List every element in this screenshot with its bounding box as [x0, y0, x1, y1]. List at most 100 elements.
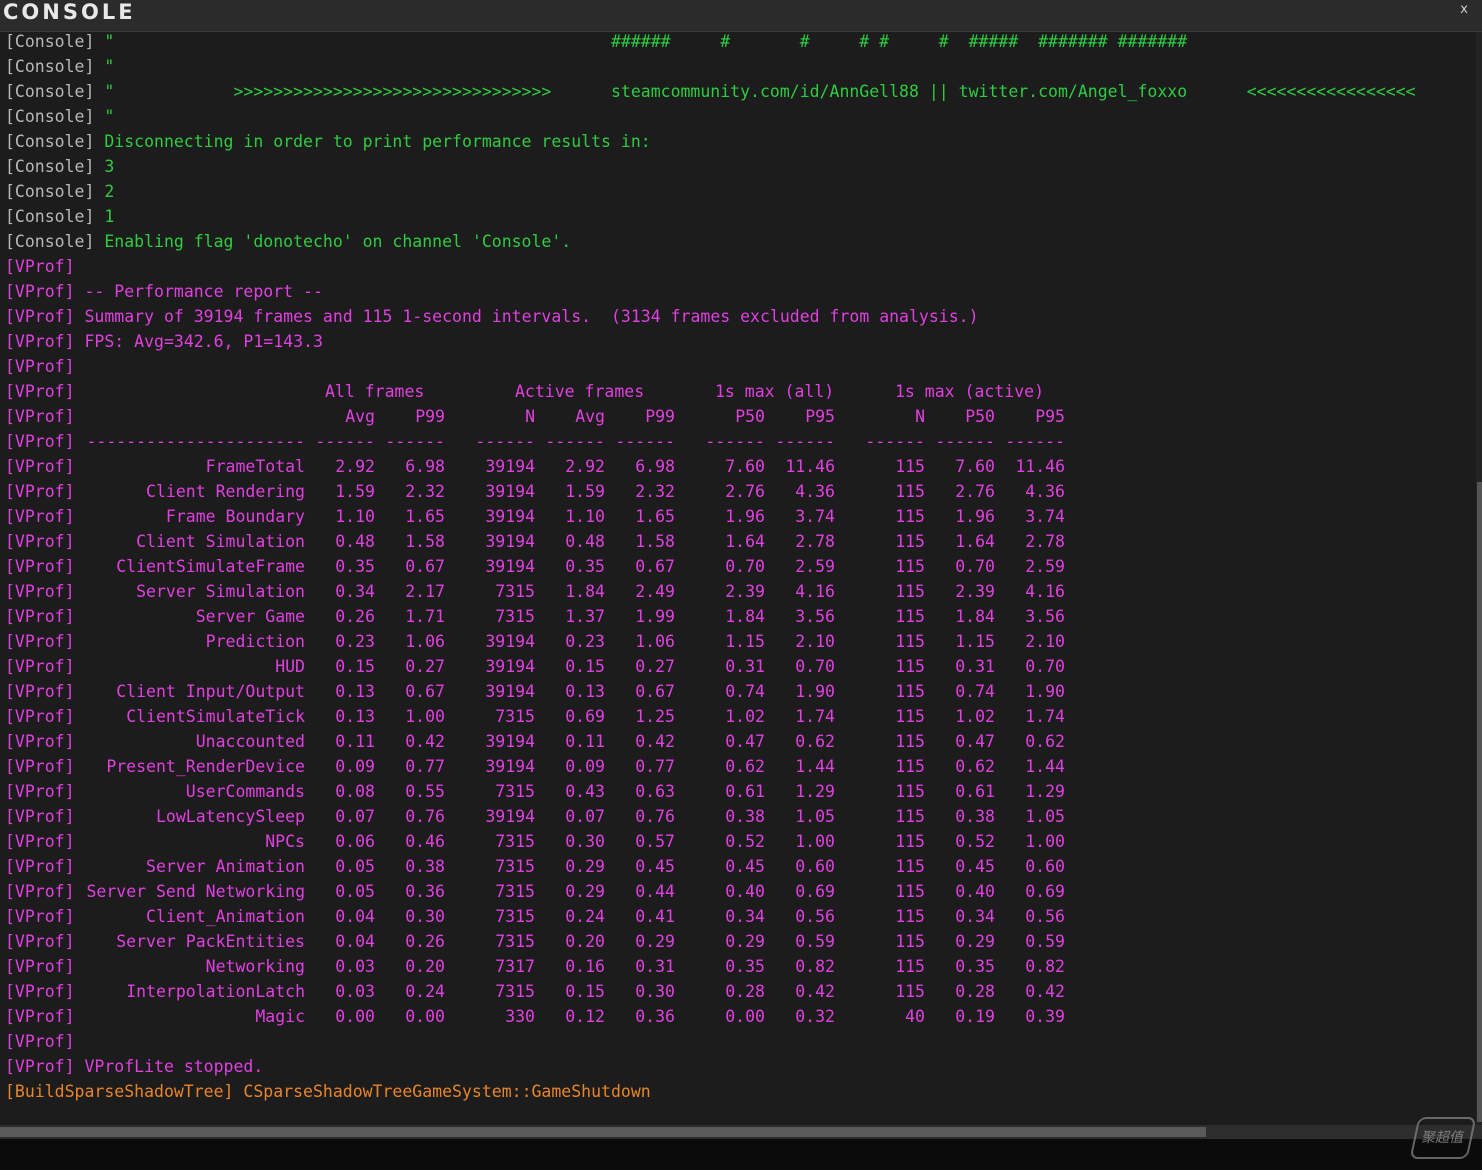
log-tag: [Console] [5, 232, 95, 251]
metric-value: 0.82 [1025, 957, 1065, 976]
log-tag: [VProf] [5, 332, 75, 351]
metric-value: 0.70 [1025, 657, 1065, 676]
table-row: [VProf] HUD 0.15 0.27 39194 0.15 0.27 0.31 0.70 1… [5, 654, 1065, 679]
horizontal-scroll-thumb[interactable] [0, 1127, 1206, 1137]
metric-value: 2.59 [1025, 557, 1065, 576]
log-line: [Console] " [5, 54, 114, 79]
log-tag: [BuildSparseShadowTree] [5, 1082, 234, 1101]
metric-value: 0.62 [1025, 732, 1065, 751]
metric-value: 4.16 [1025, 582, 1065, 601]
watermark-logo: 聚超值 [1409, 1117, 1477, 1159]
log-text: Summary of 39194 frames and 115 1-second… [74, 307, 979, 326]
log-line: [VProf] [5, 1029, 75, 1054]
table-row: [VProf] Client Input/Output 0.13 0.67 39194 0… [5, 679, 1065, 704]
log-tag: [VProf] [5, 382, 75, 401]
metric-value: 1.05 [1025, 807, 1065, 826]
vertical-scroll-thumb[interactable] [1477, 482, 1482, 1122]
log-tag: [Console] [5, 182, 95, 201]
log-line: [BuildSparseShadowTree] CSparseShadowTre… [5, 1079, 651, 1104]
vertical-scrollbar[interactable] [1476, 32, 1482, 1125]
log-tag: [Console] [5, 207, 95, 226]
log-line: [Console] 2 [5, 179, 114, 204]
log-text: " [94, 107, 115, 126]
separator-dashes: ------ [1005, 432, 1065, 451]
console-input[interactable] [0, 1139, 1482, 1170]
table-row: [VProf] NPCs 0.06 0.46 7315 0.30 0.57 0.52 1.00 1… [5, 829, 1065, 854]
log-text: " [94, 57, 115, 76]
log-text: Enabling flag 'donotecho' on channel 'Co… [94, 232, 572, 251]
metric-value: 1.74 [1025, 707, 1065, 726]
table-row: [VProf] Client_Animation 0.04 0.30 7315 0.24 0… [5, 904, 1065, 929]
metric-value: 0.39 [1025, 1007, 1065, 1026]
log-line: [VProf] VProfLite stopped. [5, 1054, 263, 1079]
table-row: [VProf] Present_RenderDevice 0.09 0.77 39194… [5, 754, 1065, 779]
table-header-groups: [VProf] All frames Active frames 1s max (al… [5, 379, 1044, 404]
metric-value: 1.29 [1025, 782, 1065, 801]
log-line: [VProf] [5, 354, 75, 379]
log-tag: [VProf] [5, 1057, 75, 1076]
log-text: -- Performance report -- [74, 282, 323, 301]
log-line: [VProf] [5, 254, 75, 279]
log-tag: [VProf] [5, 357, 75, 376]
console-log: [Console][Console] " ###### # # # # # ##… [0, 32, 1476, 1125]
log-tag: [Console] [5, 32, 95, 51]
log-text: " >>>>>>>>>>>>>>>>>>>>>>>>>>>>>>>> steam… [94, 82, 1416, 101]
log-text: Disconnecting in order to print performa… [94, 132, 651, 151]
column-group-header: Active frames [515, 382, 645, 401]
log-line: [Console] 3 [5, 154, 114, 179]
table-row: [VProf] InterpolationLatch 0.03 0.24 7315 0.1… [5, 979, 1065, 1004]
log-tag: [Console] [5, 82, 95, 101]
log-text: 2 [94, 182, 115, 201]
title-bar: CONSOLE x [0, 0, 1482, 32]
log-tag: [VProf] [5, 307, 75, 326]
table-row: [VProf] Magic 0.00 0.00 330 0.12 0.36 0.00 0.32 4… [5, 1004, 1065, 1029]
metric-value: 4.36 [1025, 482, 1065, 501]
column-group-header: 1s max (active) [895, 382, 1045, 401]
table-header-columns: [VProf] Avg P99 N Avg P99 P50 P95 N P50 P95 [5, 404, 1065, 429]
table-row: [VProf] Server Simulation 0.34 2.17 7315 1.84… [5, 579, 1065, 604]
log-text: FPS: Avg=342.6, P1=143.3 [74, 332, 323, 351]
log-line: [Console] Disconnecting in order to prin… [5, 129, 651, 154]
log-line: [Console] Enabling flag 'donotecho' on c… [5, 229, 571, 254]
table-row: [VProf] Unaccounted 0.11 0.42 39194 0.11 0.42 0… [5, 729, 1065, 754]
log-tag: [VProf] [5, 257, 75, 276]
metric-value: 0.42 [1025, 982, 1065, 1001]
log-tag: [VProf] [5, 1032, 75, 1051]
table-row: [VProf] Server Animation 0.05 0.38 7315 0.29 0… [5, 854, 1065, 879]
table-row: [VProf] Client Rendering 1.59 2.32 39194 1.59… [5, 479, 1065, 504]
table-row: [VProf] ClientSimulateTick 0.13 1.00 7315 0.6… [5, 704, 1065, 729]
log-line: [VProf] FPS: Avg=342.6, P1=143.3 [5, 329, 323, 354]
metric-value: 3.56 [1025, 607, 1065, 626]
table-row: [VProf] UserCommands 0.08 0.55 7315 0.43 0.63 0… [5, 779, 1065, 804]
close-icon[interactable]: x [1460, 2, 1468, 17]
log-tag: [Console] [5, 132, 95, 151]
log-tag: [Console] [5, 107, 95, 126]
table-separator: [VProf] ---------------------- ------ -----… [5, 429, 1065, 454]
table-row: [VProf] LowLatencySleep 0.07 0.76 39194 0.07 0… [5, 804, 1065, 829]
column-header: P95 [1035, 407, 1065, 426]
metric-value: 1.00 [1025, 832, 1065, 851]
log-tag: [Console] [5, 57, 95, 76]
table-row: [VProf] Prediction 0.23 1.06 39194 0.23 1.06 1.… [5, 629, 1065, 654]
column-group-header: All frames [325, 382, 425, 401]
log-tag: [Console] [5, 157, 95, 176]
log-text: CSparseShadowTreeGameSystem::GameShutdow… [233, 1082, 651, 1101]
log-line: [Console] " [5, 104, 114, 129]
metric-value: 11.46 [1015, 457, 1065, 476]
log-line: [Console] " >>>>>>>>>>>>>>>>>>>>>>>>>>>>… [5, 79, 1416, 104]
table-row: [VProf] Frame Boundary 1.10 1.65 39194 1.10 1.… [5, 504, 1065, 529]
table-row: [VProf] Networking 0.03 0.20 7317 0.16 0.31 0.3… [5, 954, 1065, 979]
table-row: [VProf] FrameTotal 2.92 6.98 39194 2.92 6.98 7.… [5, 454, 1065, 479]
metric-value: 1.90 [1025, 682, 1065, 701]
table-row: [VProf] Server Send Networking 0.05 0.36 731… [5, 879, 1065, 904]
metric-value: 3.74 [1025, 507, 1065, 526]
horizontal-scrollbar[interactable] [0, 1125, 1482, 1139]
metric-value: 2.10 [1025, 632, 1065, 651]
table-row: [VProf] Client Simulation 0.48 1.58 39194 0.4… [5, 529, 1065, 554]
metric-value: 0.69 [1025, 882, 1065, 901]
log-line: [Console] 1 [5, 204, 114, 229]
log-tag: [VProf] [5, 282, 75, 301]
metric-value: 2.78 [1025, 532, 1065, 551]
log-text: 1 [94, 207, 115, 226]
log-text: 3 [94, 157, 115, 176]
